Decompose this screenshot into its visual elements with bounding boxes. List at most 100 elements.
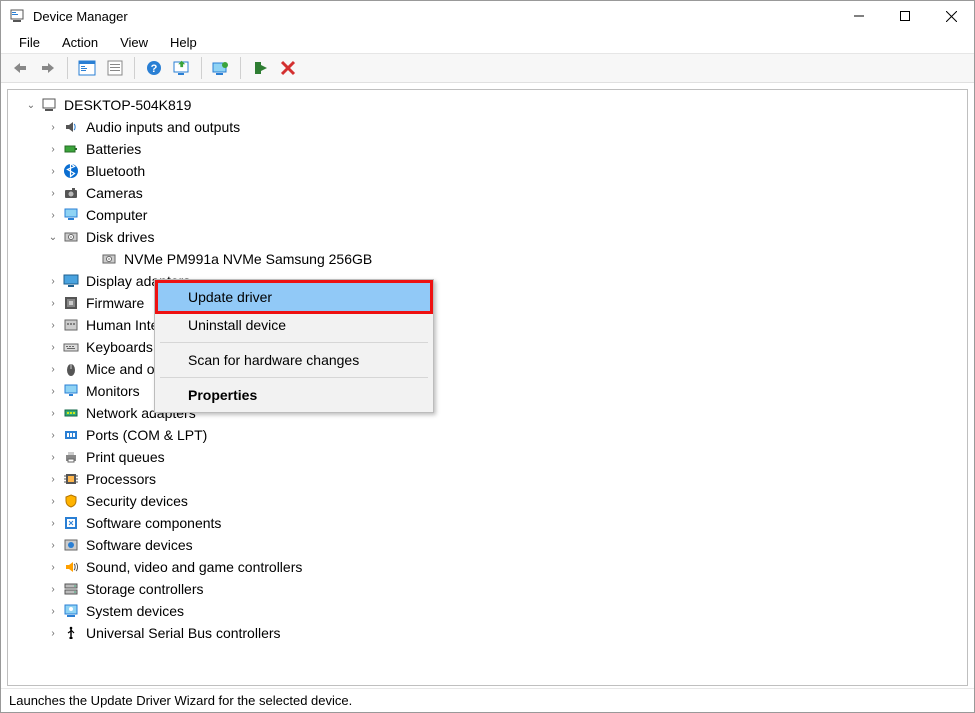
expand-icon[interactable]: ›: [46, 340, 60, 354]
sound-icon: [62, 558, 80, 576]
context-menu-uninstall-device[interactable]: Uninstall device: [158, 311, 430, 339]
back-button[interactable]: [7, 56, 33, 80]
toolbar-separator: [201, 57, 202, 79]
tree-category[interactable]: › Computer: [42, 204, 967, 226]
device-tree-pane[interactable]: ⌄ DESKTOP-504K819 › Audio inputs and out…: [7, 89, 968, 686]
system-icon: [62, 602, 80, 620]
menu-action[interactable]: Action: [52, 33, 108, 52]
tree-category-label: Universal Serial Bus controllers: [86, 625, 281, 641]
expand-icon[interactable]: ›: [46, 560, 60, 574]
uninstall-device-button[interactable]: [275, 56, 301, 80]
toolbar: ?: [1, 53, 974, 83]
network-icon: [62, 404, 80, 422]
menu-file[interactable]: File: [9, 33, 50, 52]
expand-icon[interactable]: ›: [46, 208, 60, 222]
collapse-icon[interactable]: ⌄: [46, 230, 60, 244]
expand-icon[interactable]: ›: [46, 582, 60, 596]
spacer: [84, 252, 98, 266]
expand-icon[interactable]: ›: [46, 362, 60, 376]
collapse-icon[interactable]: ⌄: [24, 98, 38, 112]
tree-category-label: Bluetooth: [86, 163, 145, 179]
tree-category[interactable]: › Print queues: [42, 446, 967, 468]
context-menu-separator: [160, 342, 428, 343]
properties-button[interactable]: [102, 56, 128, 80]
help-button[interactable]: ?: [141, 56, 167, 80]
tree-category[interactable]: › Sound, video and game controllers: [42, 556, 967, 578]
tree-category[interactable]: › Security devices: [42, 490, 967, 512]
tree-category-label: Cameras: [86, 185, 143, 201]
tree-category[interactable]: › Software devices: [42, 534, 967, 556]
bluetooth-icon: [62, 162, 80, 180]
expand-icon[interactable]: ›: [46, 384, 60, 398]
svg-text:?: ?: [151, 63, 158, 75]
printer-icon: [62, 448, 80, 466]
tree-category-label: Disk drives: [86, 229, 154, 245]
device-tree: ⌄ DESKTOP-504K819 › Audio inputs and out…: [8, 90, 967, 648]
tree-category[interactable]: › Bluetooth: [42, 160, 967, 182]
tree-category-label: Print queues: [86, 449, 165, 465]
tree-device[interactable]: NVMe PM991a NVMe Samsung 256GB: [80, 248, 967, 270]
expand-icon[interactable]: ›: [46, 472, 60, 486]
expand-icon[interactable]: ›: [46, 516, 60, 530]
tree-category[interactable]: › Cameras: [42, 182, 967, 204]
tree-category[interactable]: › Audio inputs and outputs: [42, 116, 967, 138]
tree-category-label: Processors: [86, 471, 156, 487]
security-icon: [62, 492, 80, 510]
tree-category-label: Storage controllers: [86, 581, 204, 597]
context-menu-update-driver[interactable]: Update driver: [158, 283, 430, 311]
camera-icon: [62, 184, 80, 202]
app-icon: [9, 8, 25, 24]
menu-help[interactable]: Help: [160, 33, 207, 52]
update-driver-button[interactable]: [208, 56, 234, 80]
expand-icon[interactable]: ›: [46, 494, 60, 508]
context-menu-separator: [160, 377, 428, 378]
show-all-button[interactable]: [74, 56, 100, 80]
context-menu-scan-for-hardware-changes[interactable]: Scan for hardware changes: [158, 346, 430, 374]
expand-icon[interactable]: ›: [46, 450, 60, 464]
tree-category[interactable]: › System devices: [42, 600, 967, 622]
expand-icon[interactable]: ›: [46, 274, 60, 288]
enable-device-button[interactable]: [247, 56, 273, 80]
tree-root[interactable]: ⌄ DESKTOP-504K819: [20, 94, 967, 116]
close-button[interactable]: [928, 1, 974, 31]
tree-category[interactable]: › Universal Serial Bus controllers: [42, 622, 967, 644]
display-icon: [62, 272, 80, 290]
toolbar-separator: [67, 57, 68, 79]
expand-icon[interactable]: ›: [46, 296, 60, 310]
keyboard-icon: [62, 338, 80, 356]
expand-icon[interactable]: ›: [46, 626, 60, 640]
tree-category-label: Ports (COM & LPT): [86, 427, 207, 443]
scan-hardware-button[interactable]: [169, 56, 195, 80]
expand-icon[interactable]: ›: [46, 538, 60, 552]
tree-category[interactable]: › Ports (COM & LPT): [42, 424, 967, 446]
expand-icon[interactable]: ›: [46, 120, 60, 134]
expand-icon[interactable]: ›: [46, 318, 60, 332]
disk-icon: [62, 228, 80, 246]
context-menu-properties[interactable]: Properties: [158, 381, 430, 409]
tree-category-label: Audio inputs and outputs: [86, 119, 240, 135]
tree-category[interactable]: › Storage controllers: [42, 578, 967, 600]
audio-icon: [62, 118, 80, 136]
monitor-icon: [62, 382, 80, 400]
expand-icon[interactable]: ›: [46, 428, 60, 442]
tree-category[interactable]: ⌄ Disk drives: [42, 226, 967, 248]
tree-category[interactable]: › Processors: [42, 468, 967, 490]
expand-icon[interactable]: ›: [46, 604, 60, 618]
expand-icon[interactable]: ›: [46, 142, 60, 156]
menu-view[interactable]: View: [110, 33, 158, 52]
mouse-icon: [62, 360, 80, 378]
maximize-button[interactable]: [882, 1, 928, 31]
tree-category-label: Keyboards: [86, 339, 153, 355]
tree-category[interactable]: › Batteries: [42, 138, 967, 160]
minimize-button[interactable]: [836, 1, 882, 31]
titlebar: Device Manager: [1, 1, 974, 31]
expand-icon[interactable]: ›: [46, 164, 60, 178]
tree-category[interactable]: › Software components: [42, 512, 967, 534]
forward-button[interactable]: [35, 56, 61, 80]
disk-icon: [100, 250, 118, 268]
usb-icon: [62, 624, 80, 642]
expand-icon[interactable]: ›: [46, 406, 60, 420]
hid-icon: [62, 316, 80, 334]
tree-category-label: Batteries: [86, 141, 141, 157]
expand-icon[interactable]: ›: [46, 186, 60, 200]
